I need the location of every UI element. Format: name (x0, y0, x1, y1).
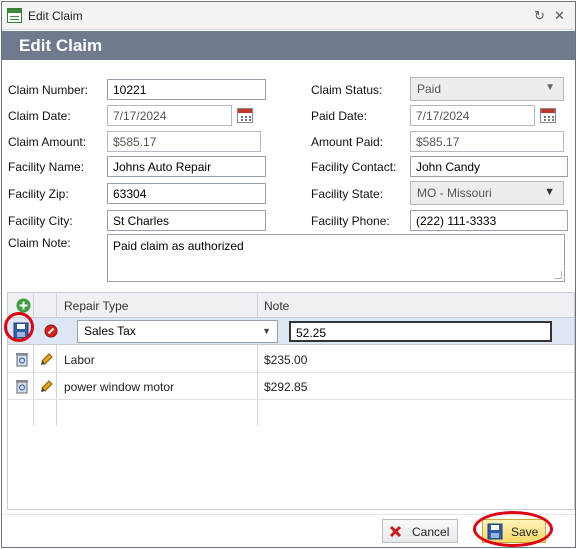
add-row-icon[interactable] (16, 298, 31, 313)
save-row-icon[interactable] (13, 322, 29, 339)
facility-city-field[interactable]: St Charles (107, 210, 266, 231)
footer-divider (2, 514, 575, 515)
table-row: Labor $235.00 (8, 346, 574, 373)
note-cell: $235.00 (264, 353, 308, 367)
repair-type-cell: Labor (64, 353, 95, 367)
cancel-button[interactable]: Cancel (382, 519, 458, 543)
note-cell: $292.85 (264, 380, 308, 394)
chevron-down-icon: ▼ (544, 186, 555, 198)
claim-note-text: Paid claim as authorized (113, 239, 244, 253)
repair-type-value: Sales Tax (84, 324, 136, 338)
cancel-row-icon[interactable] (44, 324, 58, 338)
cancel-button-label: Cancel (412, 525, 450, 539)
claim-amount-field[interactable]: $585.17 (107, 131, 261, 152)
column-header-note[interactable]: Note (264, 299, 289, 313)
edit-claim-window: Edit Claim ↻ ✕ Edit Claim Claim Number: … (1, 1, 576, 548)
claim-status-label: Claim Status: (311, 83, 383, 97)
save-icon (487, 523, 503, 540)
calendar-icon[interactable] (540, 108, 556, 123)
facility-city-label: Facility City: (8, 214, 73, 228)
repair-type-select[interactable]: Sales Tax ▼ (77, 320, 278, 343)
claim-date-label: Claim Date: (8, 109, 71, 123)
amount-paid-label: Amount Paid: (311, 135, 384, 149)
amount-paid-field[interactable]: $585.17 (410, 131, 564, 152)
claim-date-field[interactable]: 7/17/2024 (107, 105, 232, 126)
claim-number-label: Claim Number: (8, 83, 89, 97)
save-button-label: Save (511, 525, 539, 539)
facility-zip-field[interactable]: 63304 (107, 183, 266, 204)
claim-amount-label: Claim Amount: (8, 135, 87, 149)
page-header: Edit Claim (2, 31, 575, 60)
column-header-repair-type[interactable]: Repair Type (64, 299, 128, 313)
refresh-icon[interactable]: ↻ (534, 8, 545, 24)
facility-name-label: Facility Name: (8, 160, 85, 174)
facility-name-field[interactable]: Johns Auto Repair (107, 156, 266, 177)
pencil-icon[interactable] (39, 351, 54, 366)
claim-status-select[interactable]: Paid ▼ (410, 77, 564, 101)
trash-icon[interactable] (15, 351, 29, 367)
grid-edit-row: Sales Tax ▼ 52.25 (8, 318, 574, 345)
title-bar: Edit Claim ↻ ✕ (2, 2, 575, 30)
window-title: Edit Claim (28, 9, 83, 23)
close-icon (389, 525, 402, 538)
form-icon (7, 8, 22, 23)
note-input[interactable]: 52.25 (289, 321, 552, 342)
claim-number-field[interactable]: 10221 (107, 79, 266, 100)
paid-date-field[interactable]: 7/17/2024 (410, 105, 535, 126)
resize-grip-icon[interactable] (554, 271, 562, 279)
calendar-icon[interactable] (237, 108, 253, 123)
chevron-down-icon: ▼ (545, 82, 555, 93)
page-title: Edit Claim (19, 36, 103, 55)
close-icon[interactable]: ✕ (554, 8, 565, 24)
facility-state-select[interactable]: MO - Missouri ▼ (410, 181, 564, 205)
claim-note-field[interactable]: Paid claim as authorized (107, 234, 565, 282)
grid-header: Repair Type Note (8, 293, 574, 318)
repair-type-cell: power window motor (64, 380, 175, 394)
claim-status-value: Paid (417, 82, 442, 96)
facility-phone-label: Facility Phone: (311, 214, 390, 228)
facility-contact-label: Facility Contact: (311, 160, 397, 174)
trash-icon[interactable] (15, 378, 29, 394)
table-row: power window motor $292.85 (8, 373, 574, 400)
facility-zip-label: Facility Zip: (8, 187, 69, 201)
chevron-down-icon: ▼ (262, 326, 271, 336)
facility-phone-field[interactable]: (222) 111-3333 (410, 210, 568, 231)
save-button[interactable]: Save (482, 519, 546, 543)
pencil-icon[interactable] (39, 378, 54, 393)
facility-state-label: Facility State: (311, 187, 384, 201)
paid-date-label: Paid Date: (311, 109, 368, 123)
repair-items-grid: Repair Type Note Sales Tax ▼ 52.25 Labor… (7, 292, 575, 510)
claim-note-label: Claim Note: (8, 236, 71, 250)
facility-contact-field[interactable]: John Candy (410, 156, 568, 177)
facility-state-value: MO - Missouri (417, 186, 492, 200)
